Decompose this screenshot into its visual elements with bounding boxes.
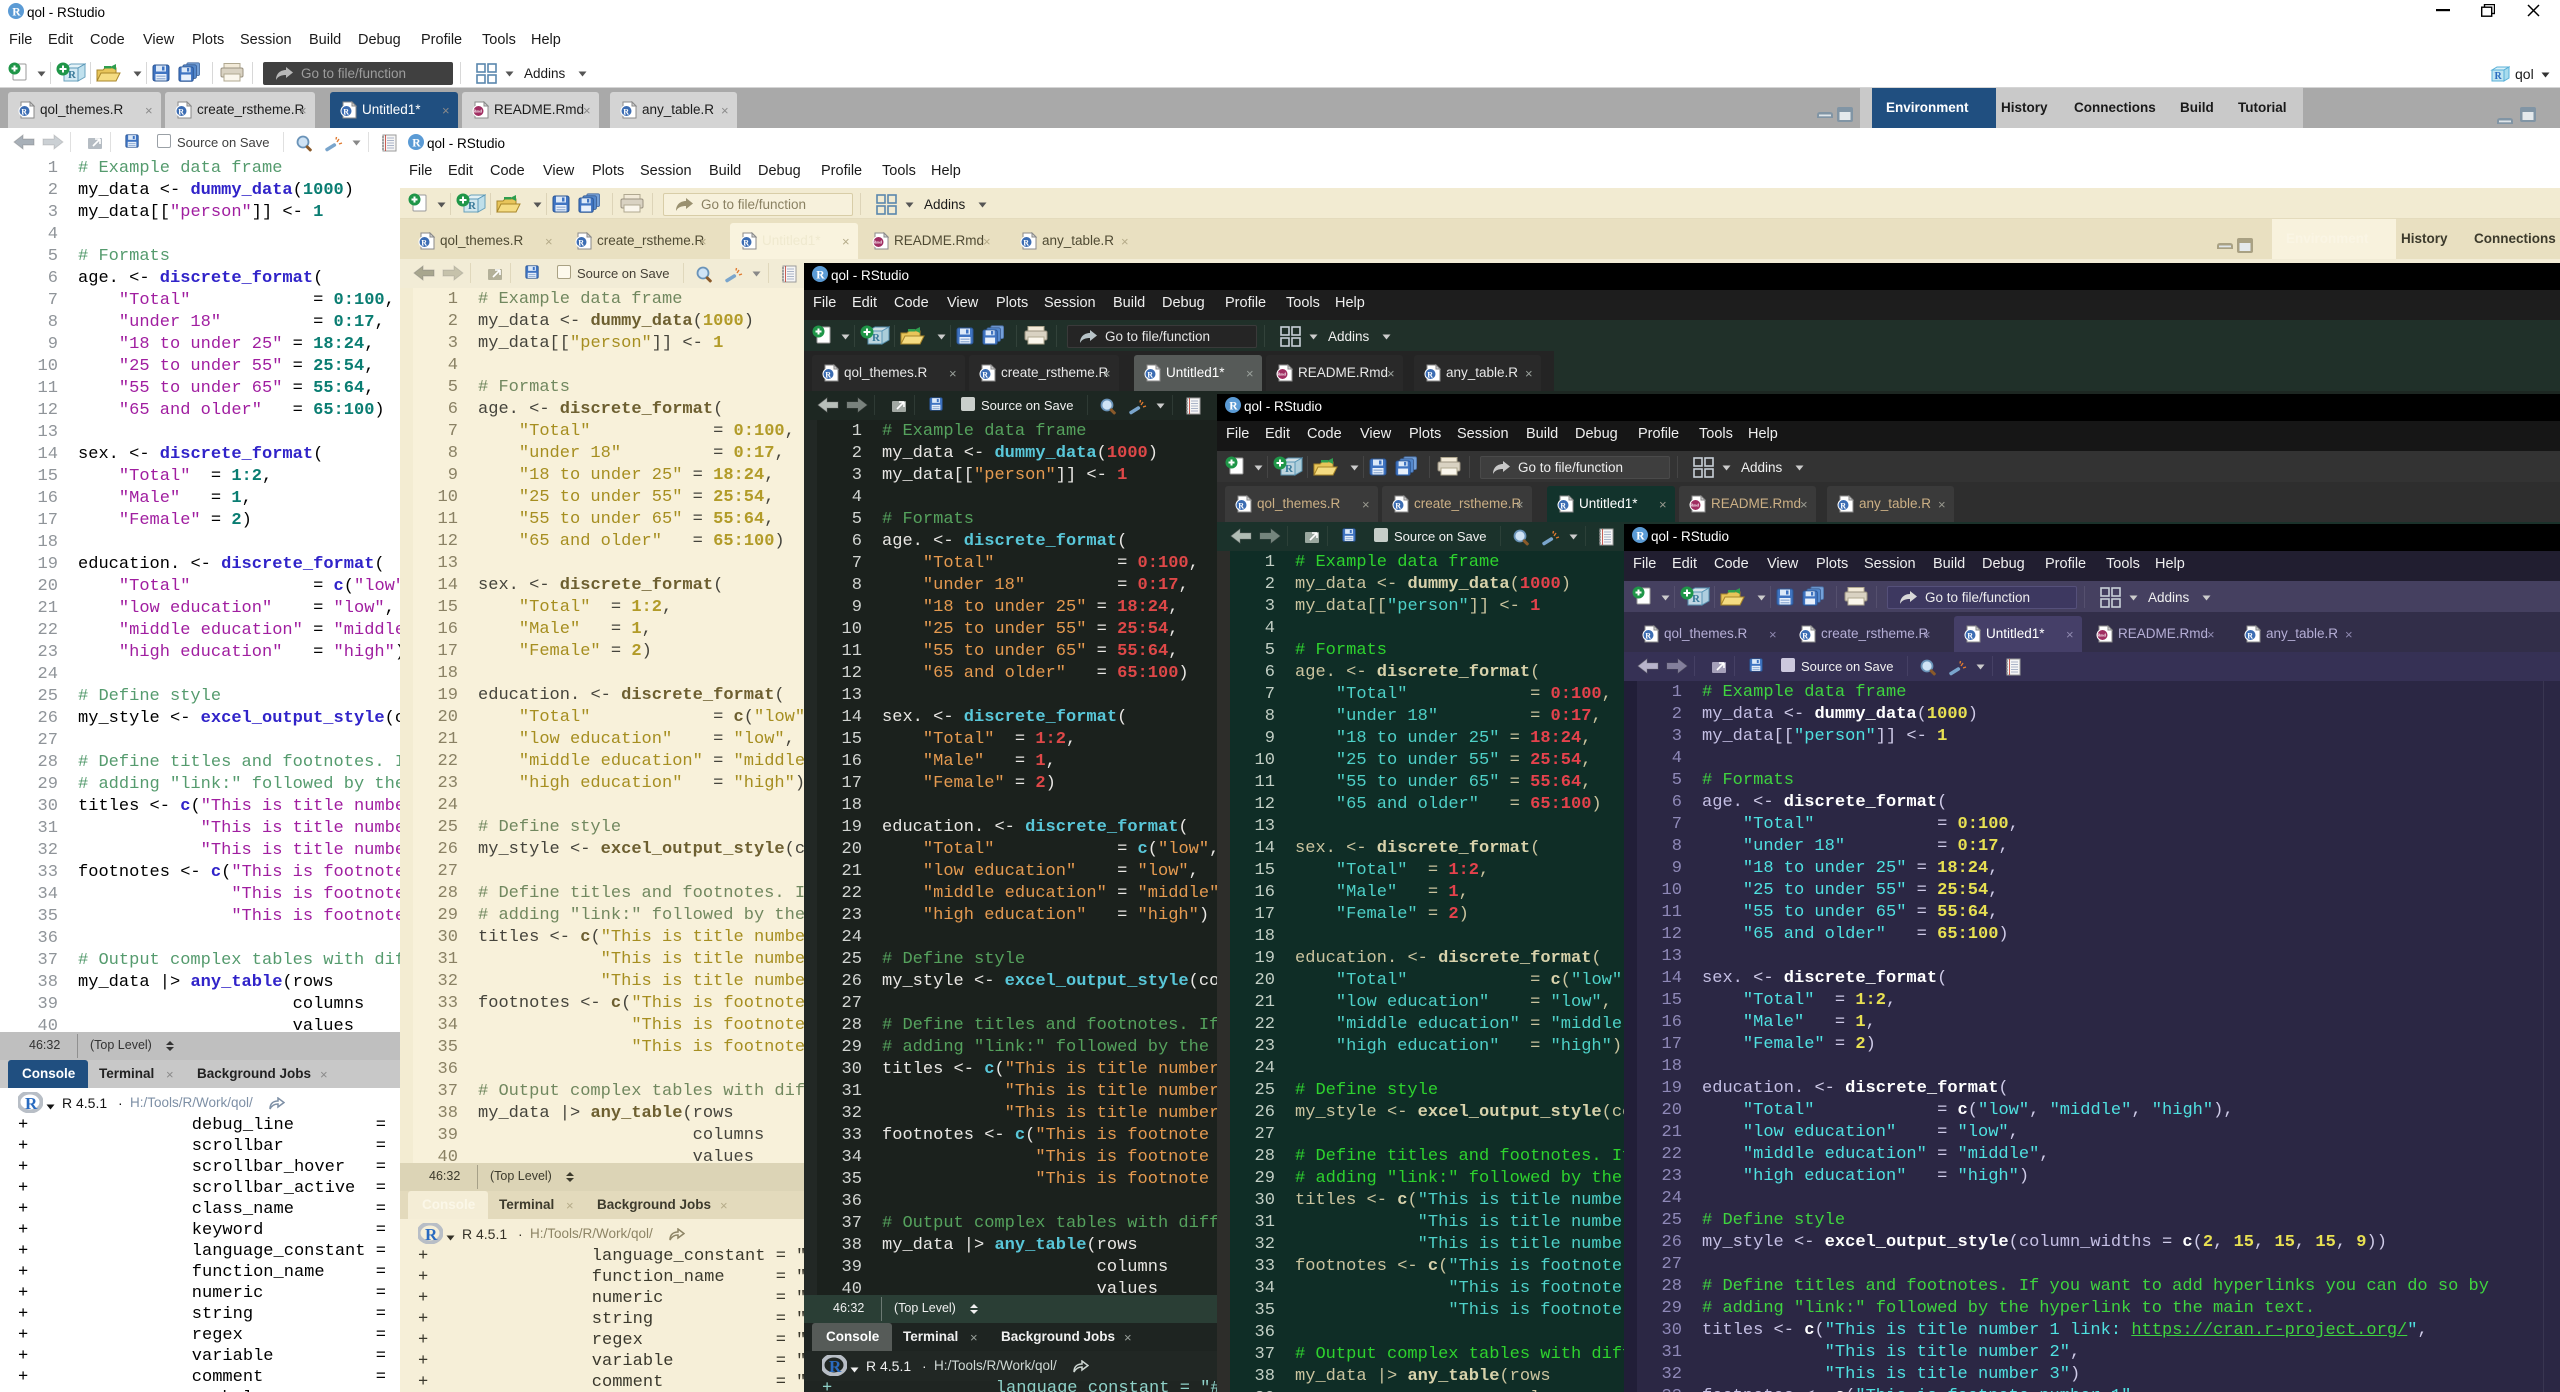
svg-text:R: R [1692,593,1701,605]
svg-text:R: R [1840,501,1846,510]
svg-text:R: R [825,370,831,379]
svg-text:R: R [1802,631,1808,640]
svg-text:R: R [1285,463,1294,475]
svg-text:R: R [1147,370,1153,379]
svg-text:R: R [1560,501,1566,510]
svg-text:R: R [982,370,988,379]
svg-text:R: R [1967,631,1973,640]
svg-text:R: R [1427,370,1433,379]
svg-text:Rmd: Rmd [1690,503,1699,508]
svg-text:R: R [1395,501,1401,510]
svg-text:R: R [343,107,349,116]
svg-text:R: R [2247,631,2253,640]
svg-text:R: R [1636,531,1645,543]
svg-text:R: R [421,238,427,247]
svg-text:R: R [2495,71,2503,82]
svg-text:R: R [816,270,825,282]
svg-text:Rmd: Rmd [1277,372,1286,377]
svg-text:R: R [1238,501,1244,510]
svg-text:Rmd: Rmd [2097,633,2106,638]
svg-text:R: R [68,69,77,81]
svg-text:R: R [178,107,184,116]
svg-text:R: R [468,200,477,212]
svg-text:R: R [1645,631,1651,640]
svg-text:R: R [425,1225,438,1244]
svg-text:Rmd: Rmd [473,109,482,114]
svg-text:R: R [829,1357,842,1376]
svg-text:R: R [412,138,421,150]
svg-text:R: R [743,238,749,247]
svg-text:R: R [623,107,629,116]
svg-text:R: R [578,238,584,247]
svg-text:R: R [1023,238,1029,247]
svg-text:R: R [872,332,881,344]
svg-text:R: R [12,7,21,19]
svg-text:R: R [21,107,27,116]
svg-text:R: R [1229,401,1238,413]
svg-text:Rmd: Rmd [873,240,882,245]
svg-text:R: R [25,1094,38,1113]
